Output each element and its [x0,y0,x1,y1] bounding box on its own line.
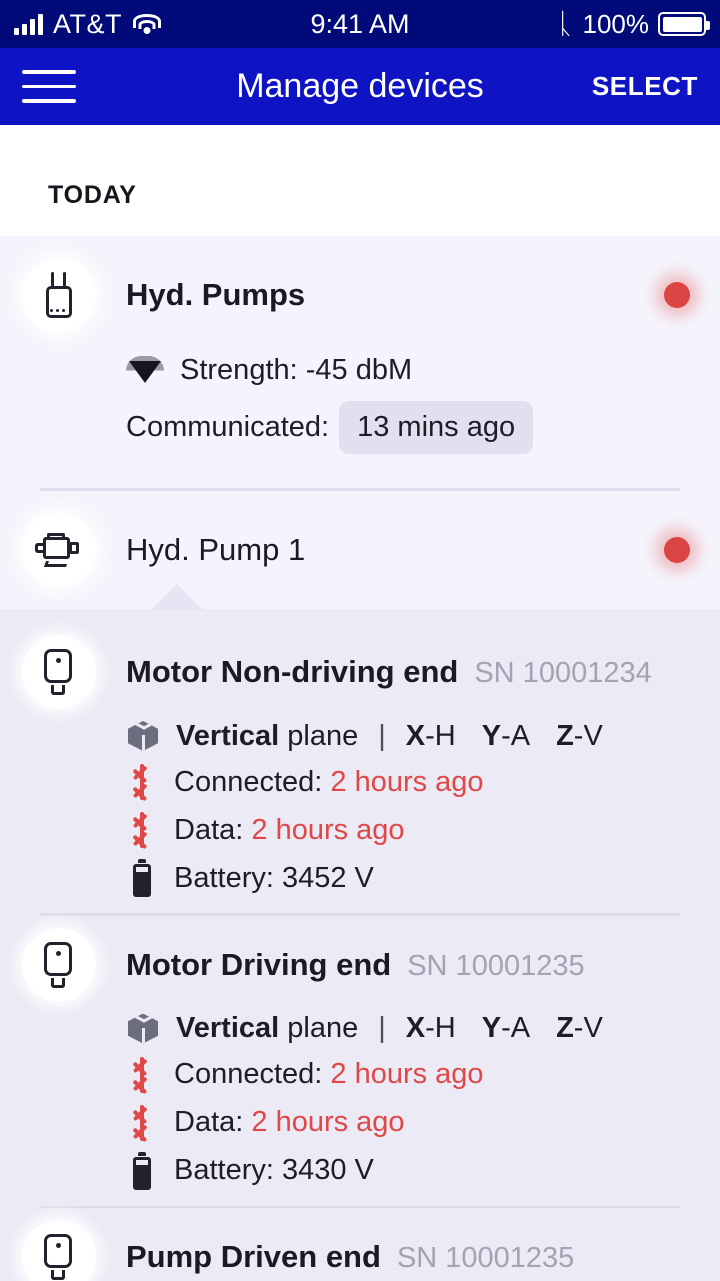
router-gateway-icon [39,272,79,318]
sensor-details: Vertical plane | X-H Y-A Z-V Connected: … [0,709,720,897]
expanded-section-pointer [151,584,203,610]
cube-axis-icon [126,719,160,753]
hamburger-menu-icon[interactable] [22,70,76,103]
sensor-axis-y: Y-A [481,1012,531,1044]
sensor-plane-word: plane [287,1012,359,1044]
sensor-list[interactable]: Motor Non-driving end SN 10001234 Vertic… [0,609,720,1281]
sensor-title-group: Motor Driving end SN 10001235 [126,947,585,983]
gateway-status-badge [664,282,690,308]
sensor-axis-y: Y-A [481,719,531,752]
sensor-data-row: Data: 2 hours ago [126,811,690,850]
section-header-today: TODAY [0,125,720,236]
gateway-details: Strength: -45 dbM Communicated: 13 mins … [0,354,720,476]
sensor-icon [42,941,76,988]
gateway-communicated-label: Communicated: [126,411,330,443]
gateway-communicated-value: 13 mins ago [339,401,534,454]
carrier-label: AT&T [53,8,122,39]
sensor-connected-label: Connected: [174,765,323,798]
sensor-axis-z: Z-V [556,1012,603,1044]
sensor-axis-separator: | [378,719,386,752]
nav-bar: Manage devices SELECT [0,48,720,125]
gateway-panel: Hyd. Pumps Strength: -45 dbM Communicate… [0,236,720,610]
sensor-serial-number: SN 10001234 [474,657,652,689]
sensor-data-value: 2 hours ago [251,813,405,846]
sensor-icon-circle [22,635,96,709]
sensor-data-value: 2 hours ago [251,1106,405,1138]
cube-axis-icon [126,1012,160,1046]
sensor-header: Pump Driven end SN 10001235 [0,1220,720,1281]
engine-icon-circle [22,513,96,587]
sensor-name: Motor Driving end [126,946,392,982]
gateway-name: Hyd. Pumps [126,277,306,312]
bluetooth-icon [126,811,158,850]
bluetooth-icon: ᚳ [556,8,574,39]
signal-cone-icon [126,355,166,386]
battery-icon [126,859,158,897]
sensor-connected-label: Connected: [174,1058,323,1090]
battery-percent-label: 100% [582,8,650,39]
sensor-axis-x: X-H [405,1012,456,1044]
sensor-plane-word: plane [287,719,359,752]
sensor-title-group: Motor Non-driving end SN 10001234 [126,654,652,690]
signal-bars-icon [14,13,43,35]
sensor-plane-orientation: Vertical [176,1012,280,1044]
sensor-battery-label: Battery: 3452 V [174,861,374,894]
gateway-strength-label: Strength: -45 dbM [180,354,413,386]
sensor-serial-number: SN 10001235 [396,1242,575,1274]
engine-icon [34,533,84,567]
sensor-battery-row: Battery: 3430 V [126,1151,690,1190]
bluetooth-icon [126,1104,158,1142]
gateway-communicated-row: Communicated: 13 mins ago [126,401,690,454]
sensor-name: Pump Driven end [126,1239,381,1274]
sensor-data-row: Data: 2 hours ago [126,1104,690,1142]
sensor-battery-row: Battery: 3452 V [126,859,690,897]
sensor-details: Vertical plane | X-H Y-A Z-V Connected: … [0,1002,720,1190]
sensor-icon-circle [22,1220,96,1281]
list-item[interactable]: Motor Non-driving end SN 10001234 Vertic… [0,623,720,916]
status-bar-right: ᚳ 100% [556,8,710,40]
sensor-title-group: Pump Driven end SN 10001235 [126,1239,574,1275]
sensor-header: Motor Non-driving end SN 10001234 [0,635,720,709]
gateway-child-name: Hyd. Pump 1 [126,532,306,567]
sensor-connected-value: 2 hours ago [330,765,484,798]
wifi-icon [132,13,162,35]
sensor-plane-row: Vertical plane | X-H Y-A Z-V [126,719,690,753]
sensor-battery-label: Battery: 3430 V [174,1154,374,1186]
sensor-serial-number: SN 10001235 [407,949,585,982]
bluetooth-icon [126,763,158,802]
sensor-plane-label: Vertical plane [176,720,358,753]
sensor-icon [42,649,76,695]
bluetooth-icon [126,1056,158,1094]
sensor-data-label: Data: [174,1106,244,1138]
sensor-icon [42,1234,76,1280]
gateway-row[interactable]: Hyd. Pumps [0,236,720,354]
sensor-plane-orientation: Vertical [176,719,280,752]
sensor-axis-separator: | [378,1012,386,1044]
sensor-header: Motor Driving end SN 10001235 [0,927,720,1002]
section-header-label: TODAY [48,181,137,209]
sensor-connected-value: 2 hours ago [330,1058,484,1090]
sensor-data-label: Data: [174,813,244,846]
select-button[interactable]: SELECT [592,71,698,102]
status-bar: AT&T 9:41 AM ᚳ 100% [0,0,720,48]
list-item[interactable]: Pump Driven end SN 10001235 [0,1208,720,1281]
list-item[interactable]: Motor Driving end SN 10001235 Vertical p… [0,916,720,1208]
gateway-child-status-badge [664,537,690,563]
battery-icon [126,1151,158,1190]
gateway-child-row[interactable]: Hyd. Pump 1 [0,491,720,609]
sensor-icon-circle [22,927,96,1002]
sensor-axis-x: X-H [405,719,456,752]
battery-icon [658,12,710,36]
sensor-plane-row: Vertical plane | X-H Y-A Z-V [126,1012,690,1046]
sensor-connected-row: Connected: 2 hours ago [126,1056,690,1094]
sensor-name: Motor Non-driving end [126,654,459,689]
sensor-plane-label: Vertical plane [176,1012,358,1045]
sensor-axis-z: Z-V [556,719,603,752]
gateway-strength-row: Strength: -45 dbM [126,354,690,387]
status-bar-left: AT&T [14,9,162,40]
sensor-connected-row: Connected: 2 hours ago [126,763,690,802]
gateway-icon-circle [22,258,96,332]
